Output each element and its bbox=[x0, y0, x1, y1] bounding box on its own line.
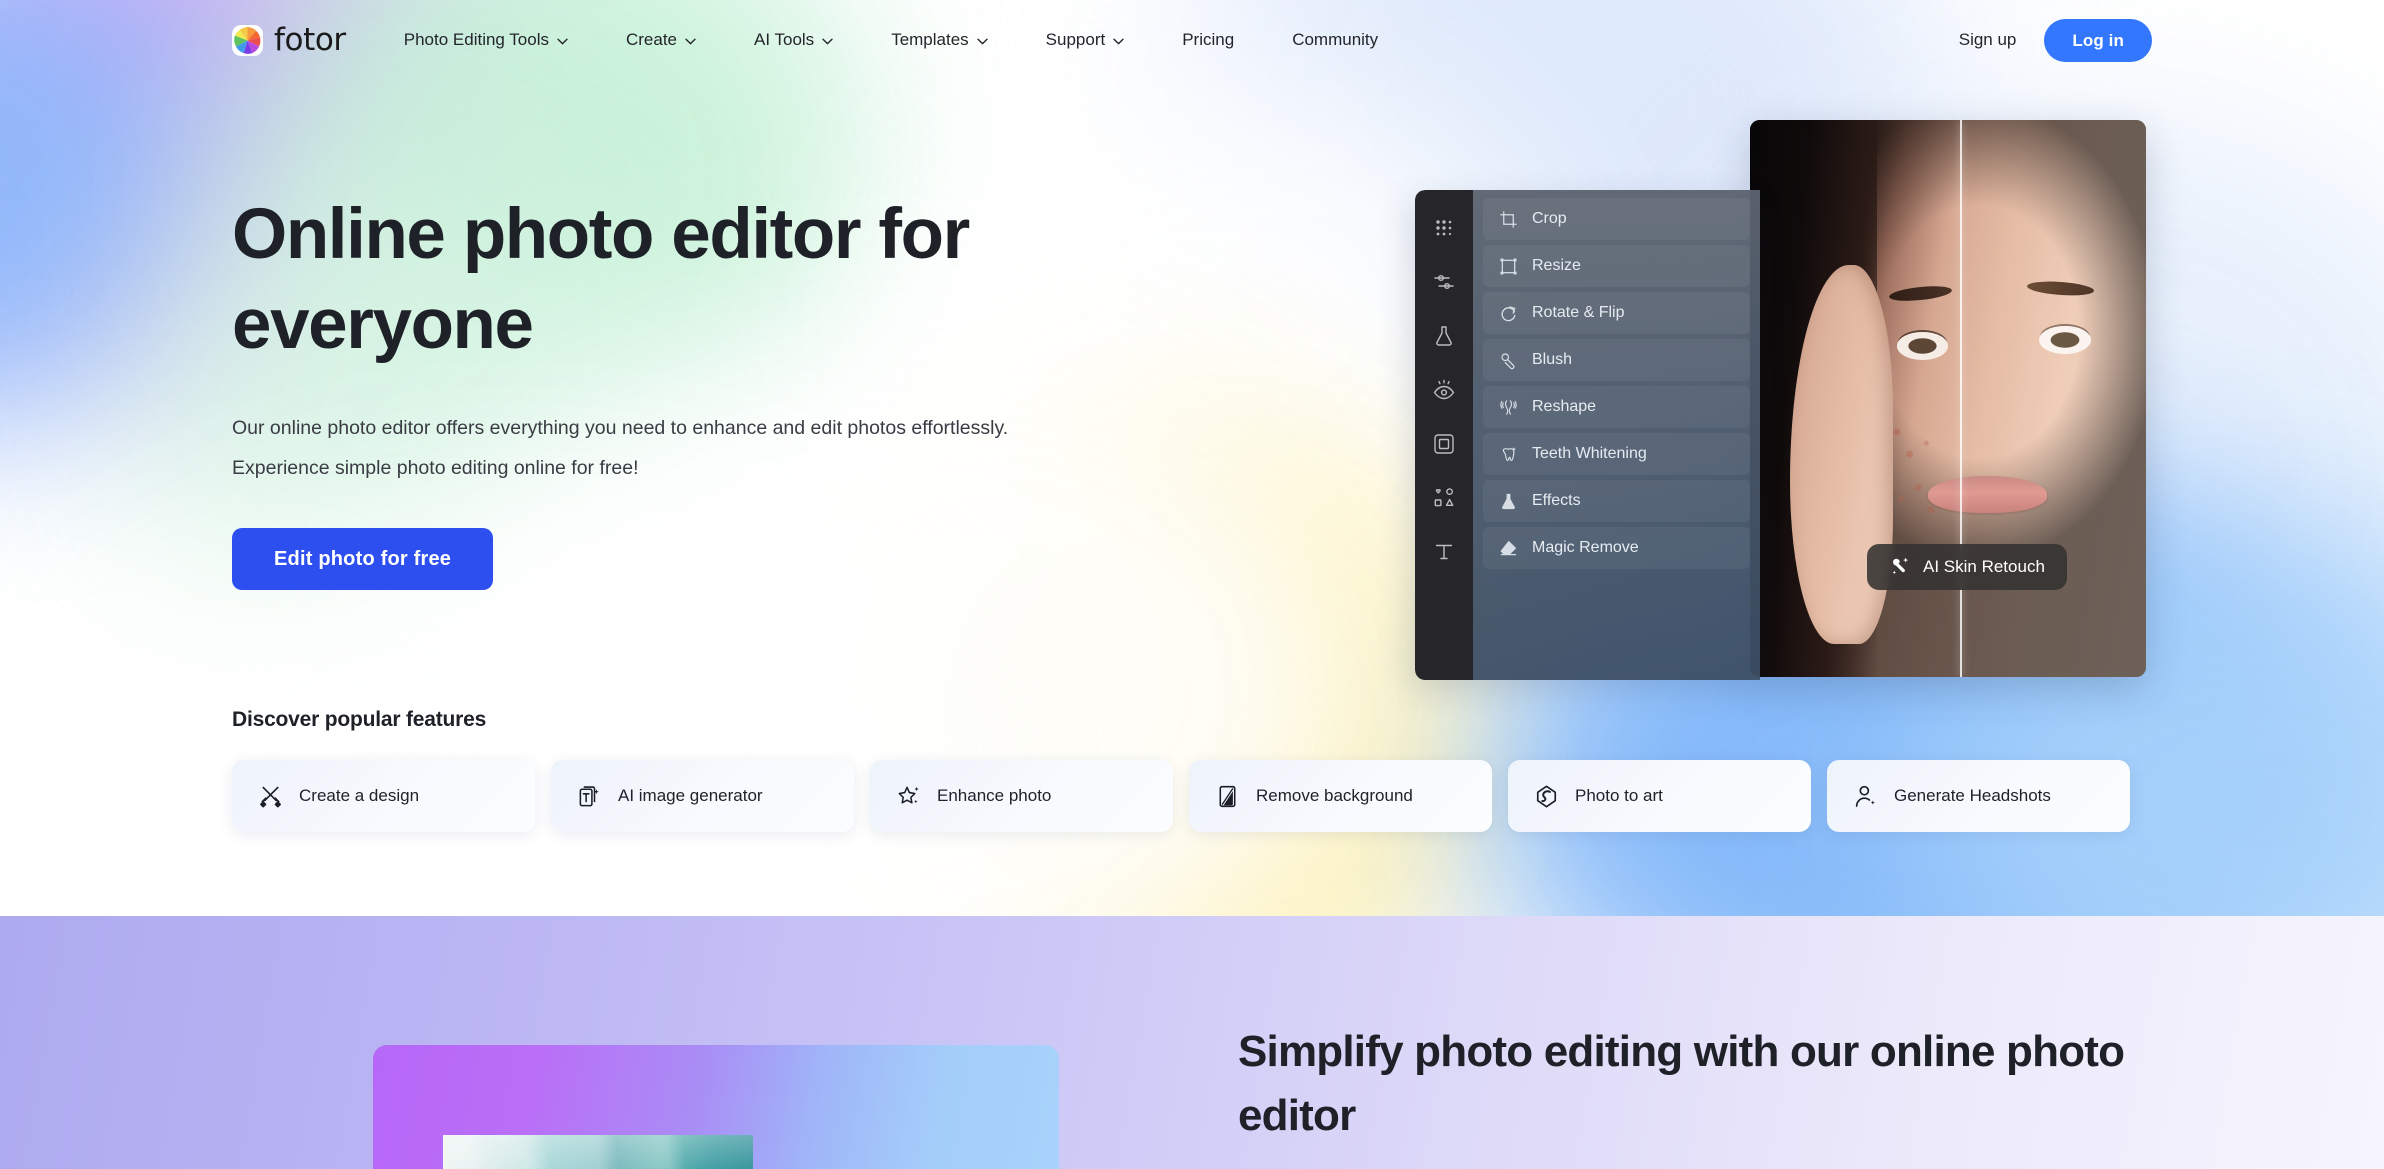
editor-mockup: Crop Resize Rotate & Flip Blush Reshape … bbox=[1415, 120, 2146, 680]
top-navbar: fotor Photo Editing Tools Create AI Tool… bbox=[0, 0, 2384, 80]
feature-card-ai-image-generator[interactable]: AI image generator bbox=[551, 760, 854, 832]
simplify-heading: Simplify photo editing with our online p… bbox=[1238, 1027, 2125, 1140]
simplify-illustration bbox=[373, 1045, 1059, 1169]
feature-card-label: Generate Headshots bbox=[1894, 786, 2051, 805]
nav-item-photo-editing-tools[interactable]: Photo Editing Tools bbox=[386, 22, 586, 58]
ocean-photo-thumbnail bbox=[443, 1135, 753, 1169]
chevron-down-icon bbox=[1113, 38, 1124, 45]
sign-up-link[interactable]: Sign up bbox=[1959, 30, 2017, 50]
before-after-portrait-image bbox=[1750, 120, 2146, 677]
hero-content: Online photo editor for everyone Our onl… bbox=[232, 0, 1132, 590]
nav-item-pricing[interactable]: Pricing bbox=[1164, 22, 1252, 58]
ai-image-generator-icon bbox=[577, 784, 602, 809]
feature-card-photo-to-art[interactable]: Photo to art bbox=[1508, 760, 1811, 832]
tool-label: Rotate & Flip bbox=[1532, 304, 1625, 321]
sliders-icon[interactable] bbox=[1432, 270, 1456, 294]
tool-row-rotate-flip[interactable]: Rotate & Flip bbox=[1483, 292, 1750, 334]
brand-logo[interactable]: fotor bbox=[232, 22, 346, 58]
tool-label: Effects bbox=[1532, 492, 1581, 509]
photo-to-art-icon bbox=[1534, 784, 1559, 809]
tool-row-reshape[interactable]: Reshape bbox=[1483, 386, 1750, 428]
tooth-icon bbox=[1499, 445, 1518, 464]
brand-name: fotor bbox=[274, 22, 346, 58]
chevron-down-icon bbox=[685, 38, 696, 45]
feature-card-label: AI image generator bbox=[618, 786, 763, 805]
tool-row-magic-remove[interactable]: Magic Remove bbox=[1483, 527, 1750, 569]
rotate-icon bbox=[1499, 304, 1518, 323]
feature-card-remove-background[interactable]: Remove background bbox=[1189, 760, 1492, 832]
fotor-pinwheel-logo-icon bbox=[232, 24, 263, 56]
tool-label: Magic Remove bbox=[1532, 539, 1639, 556]
tool-label: Resize bbox=[1532, 257, 1581, 274]
nav-label: Templates bbox=[891, 30, 969, 49]
nav-auth-actions: Sign up Log in bbox=[1959, 18, 2152, 62]
effects-flask-icon bbox=[1499, 492, 1518, 511]
resize-icon bbox=[1499, 257, 1518, 276]
popular-features-section: Discover popular features Create a desig… bbox=[232, 708, 2130, 832]
nav-item-create[interactable]: Create bbox=[608, 22, 714, 58]
tool-row-effects[interactable]: Effects bbox=[1483, 480, 1750, 522]
page-root: fotor Photo Editing Tools Create AI Tool… bbox=[0, 0, 2384, 1169]
nav-item-templates[interactable]: Templates bbox=[873, 22, 1005, 58]
feature-card-list: Create a design AI image generator Enhan… bbox=[232, 760, 2130, 832]
nav-item-community[interactable]: Community bbox=[1274, 22, 1396, 58]
flask-beauty-icon[interactable] bbox=[1432, 324, 1456, 348]
grid-dots-icon[interactable] bbox=[1432, 216, 1456, 240]
tool-label: Blush bbox=[1532, 351, 1573, 368]
chevron-down-icon bbox=[557, 38, 568, 45]
chevron-down-icon bbox=[822, 38, 833, 45]
feature-card-label: Create a design bbox=[299, 786, 420, 805]
badge-label: AI Skin Retouch bbox=[1923, 557, 2045, 576]
reshape-icon bbox=[1499, 398, 1518, 417]
feature-card-enhance-photo[interactable]: Enhance photo bbox=[870, 760, 1173, 832]
eraser-icon bbox=[1499, 539, 1518, 558]
editor-tool-list: Crop Resize Rotate & Flip Blush Reshape … bbox=[1473, 190, 1760, 680]
tool-label: Teeth Whitening bbox=[1532, 445, 1647, 462]
tool-row-crop[interactable]: Crop bbox=[1483, 198, 1750, 240]
nav-item-support[interactable]: Support bbox=[1028, 22, 1143, 58]
nav-label: Create bbox=[625, 30, 678, 49]
nav-links: Photo Editing Tools Create AI Tools Temp… bbox=[386, 22, 1396, 58]
before-after-divider bbox=[1959, 120, 1962, 677]
tool-label: Reshape bbox=[1532, 398, 1597, 415]
tool-row-teeth-whitening[interactable]: Teeth Whitening bbox=[1483, 433, 1750, 475]
nav-label: AI Tools bbox=[754, 30, 815, 49]
design-tools-icon bbox=[258, 784, 283, 809]
remove-background-icon bbox=[1215, 784, 1240, 809]
editor-left-rail bbox=[1415, 190, 1473, 680]
ai-wand-sparkle-icon bbox=[1889, 556, 1911, 578]
feature-card-create-a-design[interactable]: Create a design bbox=[232, 760, 535, 832]
headshot-person-icon bbox=[1853, 784, 1878, 809]
log-in-button[interactable]: Log in bbox=[2044, 18, 2152, 62]
eye-icon[interactable] bbox=[1432, 378, 1456, 402]
nav-label: Support bbox=[1045, 30, 1106, 49]
enhance-sparkle-icon bbox=[896, 784, 921, 809]
tool-row-resize[interactable]: Resize bbox=[1483, 245, 1750, 287]
ai-skin-retouch-badge[interactable]: AI Skin Retouch bbox=[1867, 544, 2067, 590]
frame-icon[interactable] bbox=[1432, 432, 1456, 456]
feature-card-label: Remove background bbox=[1256, 786, 1413, 805]
tool-label: Crop bbox=[1532, 210, 1567, 227]
nav-label: Pricing bbox=[1182, 30, 1235, 49]
hero-title: Online photo editor for everyone bbox=[232, 195, 970, 364]
nav-label: Photo Editing Tools bbox=[403, 30, 549, 49]
edit-photo-for-free-button[interactable]: Edit photo for free bbox=[232, 528, 494, 590]
simplify-section: Simplify photo editing with our online p… bbox=[0, 916, 2384, 1169]
text-icon[interactable] bbox=[1432, 540, 1456, 564]
feature-card-generate-headshots[interactable]: Generate Headshots bbox=[1827, 760, 2130, 832]
nav-item-ai-tools[interactable]: AI Tools bbox=[736, 22, 851, 58]
blush-icon bbox=[1499, 351, 1518, 370]
feature-card-label: Photo to art bbox=[1575, 786, 1663, 805]
crop-icon bbox=[1499, 210, 1518, 229]
feature-card-label: Enhance photo bbox=[937, 786, 1052, 805]
hero-subtitle: Our online photo editor offers everythin… bbox=[232, 417, 1009, 479]
hero-section: fotor Photo Editing Tools Create AI Tool… bbox=[0, 0, 2384, 916]
simplify-copy: Simplify photo editing with our online p… bbox=[1238, 1020, 2218, 1148]
nav-label: Community bbox=[1292, 30, 1379, 49]
editor-panel: Crop Resize Rotate & Flip Blush Reshape … bbox=[1415, 190, 1760, 680]
shapes-icon[interactable] bbox=[1432, 486, 1456, 510]
features-title: Discover popular features bbox=[232, 708, 487, 731]
chevron-down-icon bbox=[976, 38, 988, 45]
tool-row-blush[interactable]: Blush bbox=[1483, 339, 1750, 381]
